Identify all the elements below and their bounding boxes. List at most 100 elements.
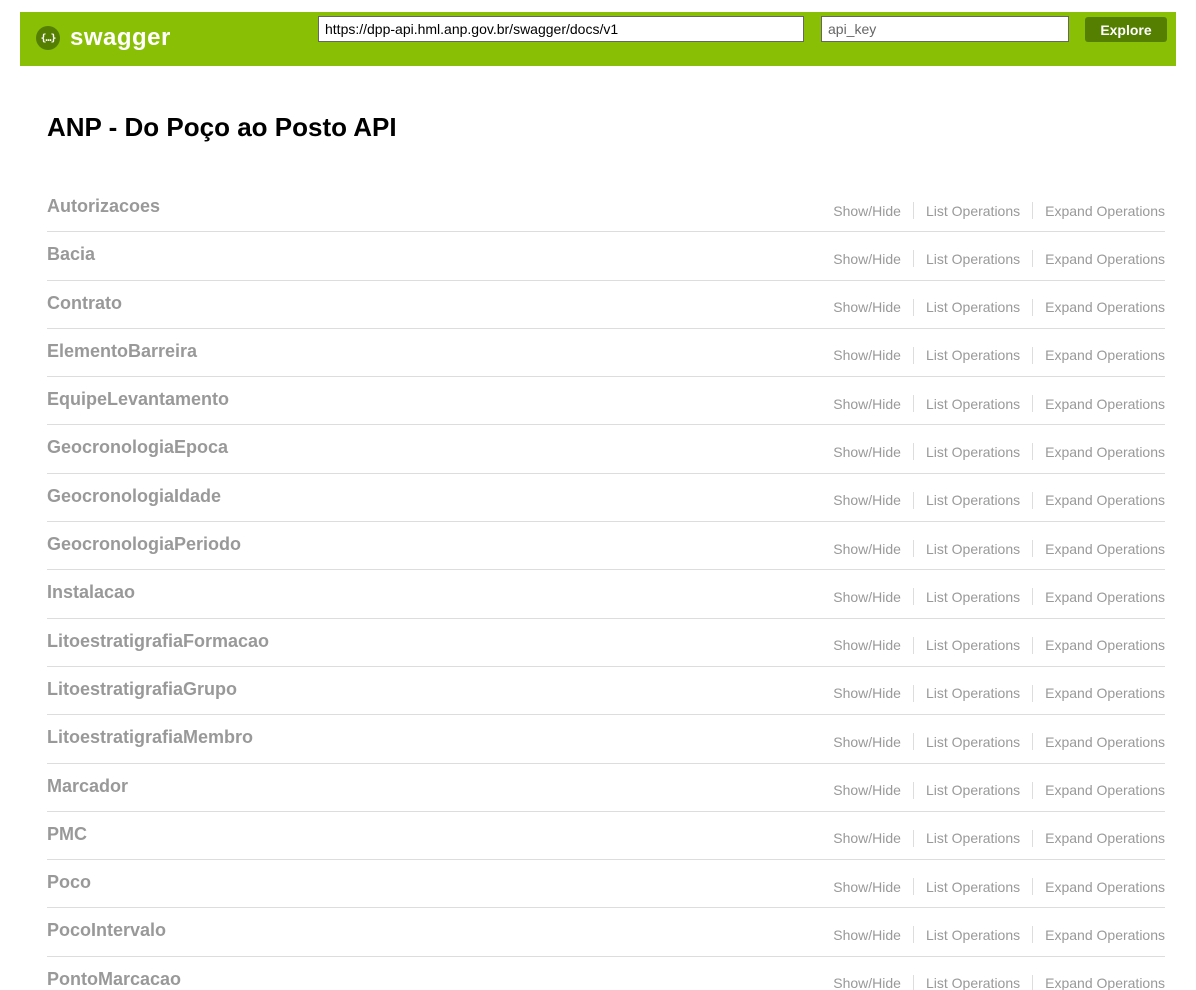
resource-name-link[interactable]: EquipeLevantamento <box>47 389 229 410</box>
resource-name-link[interactable]: LitoestratigrafiaGrupo <box>47 679 237 700</box>
list-operations-link[interactable]: List Operations <box>926 347 1020 363</box>
resource-name-link[interactable]: Autorizacoes <box>47 196 160 217</box>
expand-operations-link[interactable]: Expand Operations <box>1045 347 1165 363</box>
resource-name-link[interactable]: PontoMarcacao <box>47 969 181 990</box>
list-operations-link[interactable]: List Operations <box>926 203 1020 219</box>
show-hide-link[interactable]: Show/Hide <box>833 251 901 267</box>
list-operations-link[interactable]: List Operations <box>926 492 1020 508</box>
list-operations-link[interactable]: List Operations <box>926 975 1020 990</box>
show-hide-link[interactable]: Show/Hide <box>833 782 901 798</box>
resource-name-link[interactable]: Poco <box>47 872 91 893</box>
list-operations-link[interactable]: List Operations <box>926 589 1020 605</box>
show-hide-link[interactable]: Show/Hide <box>833 685 901 701</box>
resource-operations: Show/Hide List Operations Expand Operation… <box>833 395 1165 413</box>
expand-operations-link[interactable]: Expand Operations <box>1045 492 1165 508</box>
expand-operations-link[interactable]: Expand Operations <box>1045 879 1165 895</box>
operation-separator <box>912 346 914 364</box>
expand-operations-link[interactable]: Expand Operations <box>1045 975 1165 990</box>
list-operations-link[interactable]: List Operations <box>926 396 1020 412</box>
resource-operations: Show/Hide List Operations Expand Operation… <box>833 443 1165 461</box>
show-hide-link[interactable]: Show/Hide <box>833 541 901 557</box>
resource-name-link[interactable]: Bacia <box>47 244 95 265</box>
list-operations-link[interactable]: List Operations <box>926 637 1020 653</box>
show-hide-link[interactable]: Show/Hide <box>833 975 901 990</box>
show-hide-link[interactable]: Show/Hide <box>833 347 901 363</box>
list-operations-link[interactable]: List Operations <box>926 830 1020 846</box>
resource-row: Autorizacoes Show/Hide List Operations Expa… <box>47 184 1165 233</box>
resource-row: LitoestratigrafiaFormacao Show/Hide List O… <box>47 619 1165 667</box>
operation-separator <box>912 636 914 654</box>
page-title: ANP - Do Poço ao Posto API <box>47 112 397 142</box>
expand-operations-link[interactable]: Expand Operations <box>1045 830 1165 846</box>
expand-operations-link[interactable]: Expand Operations <box>1045 299 1165 315</box>
show-hide-link[interactable]: Show/Hide <box>833 444 901 460</box>
resource-name-link[interactable]: LitoestratigrafiaMembro <box>47 727 253 748</box>
expand-operations-link[interactable]: Expand Operations <box>1045 251 1165 267</box>
show-hide-link[interactable]: Show/Hide <box>833 927 901 943</box>
explore-button[interactable]: Explore <box>1085 17 1167 42</box>
show-hide-link[interactable]: Show/Hide <box>833 299 901 315</box>
show-hide-link[interactable]: Show/Hide <box>833 830 901 846</box>
expand-operations-link[interactable]: Expand Operations <box>1045 541 1165 557</box>
operation-separator <box>912 926 914 944</box>
resource-name-link[interactable]: PocoIntervalo <box>47 920 166 941</box>
operation-separator <box>1032 878 1034 896</box>
expand-operations-link[interactable]: Expand Operations <box>1045 203 1165 219</box>
list-operations-link[interactable]: List Operations <box>926 734 1020 750</box>
resource-row: LitoestratigrafiaMembro Show/Hide List Ope… <box>47 715 1165 764</box>
list-operations-link[interactable]: List Operations <box>926 444 1020 460</box>
show-hide-link[interactable]: Show/Hide <box>833 589 901 605</box>
show-hide-link[interactable]: Show/Hide <box>833 492 901 508</box>
expand-operations-link[interactable]: Expand Operations <box>1045 734 1165 750</box>
list-operations-link[interactable]: List Operations <box>926 251 1020 267</box>
resource-name-link[interactable]: GeocronologiaIdade <box>47 486 221 507</box>
operation-separator <box>912 540 914 558</box>
resource-operations: Show/Hide List Operations Expand Operation… <box>833 878 1165 896</box>
expand-operations-link[interactable]: Expand Operations <box>1045 927 1165 943</box>
operation-separator <box>912 829 914 847</box>
expand-operations-link[interactable]: Expand Operations <box>1045 685 1165 701</box>
api-url-input[interactable] <box>318 16 804 42</box>
operation-separator <box>912 491 914 509</box>
operation-separator <box>912 781 914 799</box>
list-operations-link[interactable]: List Operations <box>926 927 1020 943</box>
resource-name-link[interactable]: Marcador <box>47 776 128 797</box>
resource-name-link[interactable]: LitoestratigrafiaFormacao <box>47 631 269 652</box>
resource-row: PMC Show/Hide List Operations Expand Operat… <box>47 812 1165 861</box>
expand-operations-link[interactable]: Expand Operations <box>1045 444 1165 460</box>
header-bar: {…} swagger Explore <box>20 12 1176 66</box>
list-operations-link[interactable]: List Operations <box>926 782 1020 798</box>
operation-separator <box>1032 202 1034 219</box>
resource-name-link[interactable]: GeocronologiaEpoca <box>47 437 228 458</box>
show-hide-link[interactable]: Show/Hide <box>833 637 901 653</box>
resource-name-link[interactable]: Instalacao <box>47 582 135 603</box>
resource-row: EquipeLevantamento Show/Hide List Operatio… <box>47 377 1165 426</box>
resource-name-link[interactable]: ElementoBarreira <box>47 341 197 362</box>
resource-operations: Show/Hide List Operations Expand Operation… <box>833 636 1165 654</box>
resource-name-link[interactable]: Contrato <box>47 293 122 314</box>
api-key-input[interactable] <box>821 16 1069 42</box>
list-operations-link[interactable]: List Operations <box>926 541 1020 557</box>
resource-list: Autorizacoes Show/Hide List Operations Expa… <box>47 184 1165 990</box>
swagger-logo[interactable]: {…} swagger <box>36 24 171 52</box>
operation-separator <box>1032 781 1034 799</box>
operation-separator <box>1032 926 1034 944</box>
expand-operations-link[interactable]: Expand Operations <box>1045 637 1165 653</box>
resource-operations: Show/Hide List Operations Expand Operation… <box>833 829 1165 847</box>
operation-separator <box>912 202 914 219</box>
expand-operations-link[interactable]: Expand Operations <box>1045 396 1165 412</box>
show-hide-link[interactable]: Show/Hide <box>833 734 901 750</box>
resource-name-link[interactable]: GeocronologiaPeriodo <box>47 534 241 555</box>
expand-operations-link[interactable]: Expand Operations <box>1045 782 1165 798</box>
list-operations-link[interactable]: List Operations <box>926 879 1020 895</box>
resource-row: ElementoBarreira Show/Hide List Operations… <box>47 329 1165 378</box>
resource-name-link[interactable]: PMC <box>47 824 87 845</box>
expand-operations-link[interactable]: Expand Operations <box>1045 589 1165 605</box>
show-hide-link[interactable]: Show/Hide <box>833 396 901 412</box>
list-operations-link[interactable]: List Operations <box>926 685 1020 701</box>
list-operations-link[interactable]: List Operations <box>926 299 1020 315</box>
resource-row: Contrato Show/Hide List Operations Expand O… <box>47 281 1165 329</box>
operation-separator <box>1032 540 1034 558</box>
show-hide-link[interactable]: Show/Hide <box>833 203 901 219</box>
show-hide-link[interactable]: Show/Hide <box>833 879 901 895</box>
